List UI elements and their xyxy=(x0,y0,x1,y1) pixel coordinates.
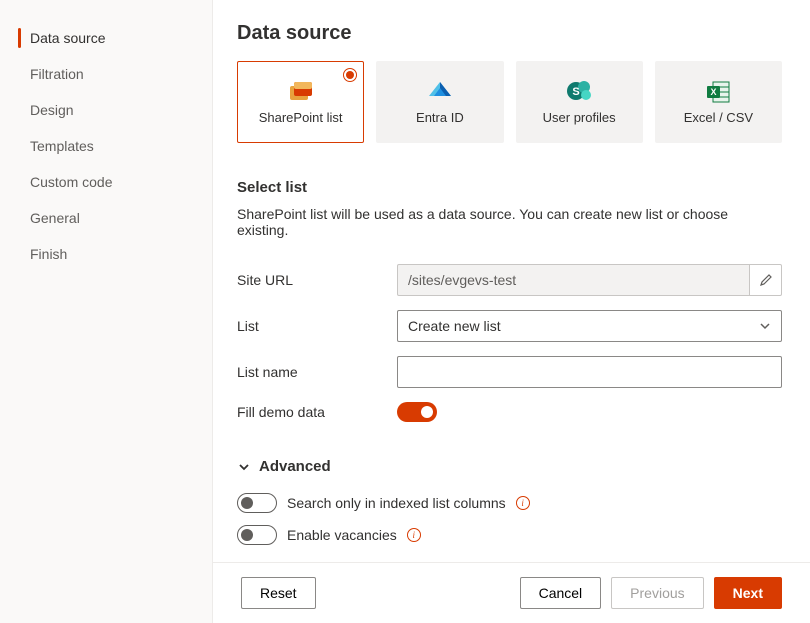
select-list-description: SharePoint list will be used as a data s… xyxy=(237,206,782,238)
card-label: User profiles xyxy=(543,110,616,125)
content-area: Data source SharePoint list xyxy=(213,0,810,562)
source-cards: SharePoint list Entra ID xyxy=(237,61,782,143)
sidebar-item-finish[interactable]: Finish xyxy=(0,236,212,272)
advanced-toggle-header[interactable]: Advanced xyxy=(237,458,782,475)
source-card-user-profiles[interactable]: S User profiles xyxy=(516,61,643,143)
site-url-label: Site URL xyxy=(237,272,397,288)
sidebar-item-filtration[interactable]: Filtration xyxy=(0,56,212,92)
list-name-label: List name xyxy=(237,364,397,380)
wizard-footer: Reset Cancel Previous Next xyxy=(213,562,810,623)
next-button[interactable]: Next xyxy=(714,577,782,609)
advanced-heading: Advanced xyxy=(259,458,331,475)
list-name-input[interactable] xyxy=(397,356,782,388)
sidebar-item-general[interactable]: General xyxy=(0,200,212,236)
cancel-button[interactable]: Cancel xyxy=(520,577,602,609)
excel-icon: X xyxy=(705,80,731,104)
user-profiles-icon: S xyxy=(565,80,593,104)
source-card-sharepoint[interactable]: SharePoint list xyxy=(237,61,364,143)
chevron-down-icon xyxy=(759,320,771,332)
pencil-icon xyxy=(759,273,773,287)
search-only-label: Search only in indexed list columns xyxy=(287,495,506,511)
site-url-input[interactable] xyxy=(397,264,750,296)
edit-site-url-button[interactable] xyxy=(750,264,782,296)
sharepoint-icon xyxy=(288,80,314,104)
svg-text:S: S xyxy=(572,86,579,98)
enable-vacancies-toggle[interactable] xyxy=(237,525,277,545)
page-title: Data source xyxy=(237,22,782,45)
wizard-sidebar: Data source Filtration Design Templates … xyxy=(0,0,213,623)
sidebar-item-data-source[interactable]: Data source xyxy=(0,20,212,56)
search-only-toggle[interactable] xyxy=(237,493,277,513)
fill-demo-label: Fill demo data xyxy=(237,404,397,420)
entra-icon xyxy=(427,80,453,104)
list-label: List xyxy=(237,318,397,334)
card-label: SharePoint list xyxy=(259,110,343,125)
sidebar-item-custom-code[interactable]: Custom code xyxy=(0,164,212,200)
card-label: Entra ID xyxy=(416,110,464,125)
previous-button: Previous xyxy=(611,577,703,609)
select-list-heading: Select list xyxy=(237,179,782,196)
list-select[interactable]: Create new list xyxy=(397,310,782,342)
main-panel: Data source SharePoint list xyxy=(213,0,810,623)
fill-demo-toggle[interactable] xyxy=(397,402,437,422)
sidebar-item-design[interactable]: Design xyxy=(0,92,212,128)
vacancies-label: Enable vacancies xyxy=(287,527,397,543)
chevron-down-icon xyxy=(237,460,251,474)
info-icon[interactable]: i xyxy=(516,496,530,510)
list-select-value: Create new list xyxy=(408,318,501,334)
reset-button[interactable]: Reset xyxy=(241,577,316,609)
sidebar-item-templates[interactable]: Templates xyxy=(0,128,212,164)
source-card-entra[interactable]: Entra ID xyxy=(376,61,503,143)
card-label: Excel / CSV xyxy=(684,110,753,125)
info-icon[interactable]: i xyxy=(407,528,421,542)
radio-selected-icon xyxy=(343,68,357,82)
svg-text:X: X xyxy=(711,87,717,97)
source-card-excel[interactable]: X Excel / CSV xyxy=(655,61,782,143)
